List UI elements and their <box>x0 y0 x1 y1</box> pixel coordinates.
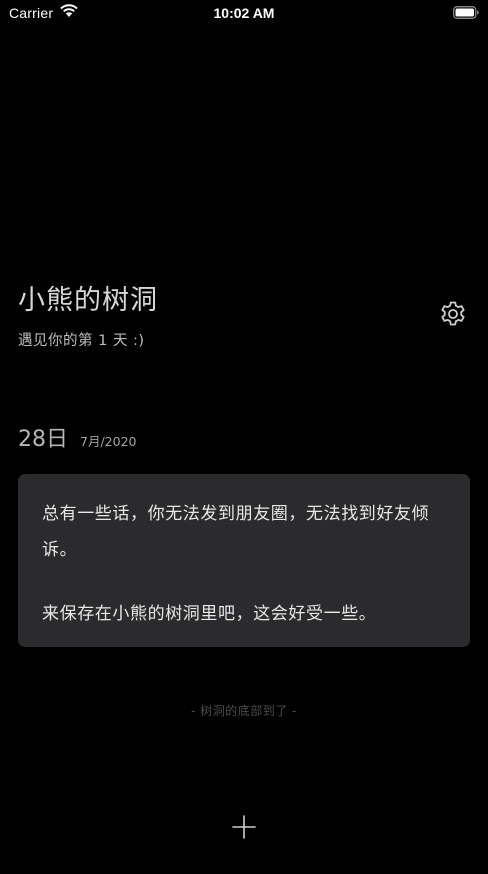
gear-icon <box>441 301 465 326</box>
battery-icon <box>453 6 479 19</box>
page-title: 小熊的树洞 <box>18 285 158 316</box>
entry-month-year: 7月/2020 <box>80 434 137 449</box>
status-time: 10:02 AM <box>213 5 275 21</box>
status-bar: Carrier 10:02 AM <box>0 0 488 26</box>
entry-day: 28日 <box>18 427 68 452</box>
entry-paragraph: 总有一些话，你无法发到朋友圈，无法找到好友倾诉。 <box>42 504 430 560</box>
settings-button[interactable] <box>437 298 469 330</box>
entry-paragraph: 来保存在小熊的树洞里吧，这会好受一些。 <box>42 604 377 624</box>
end-of-list-note: - 树洞的底部到了 - <box>191 704 297 718</box>
days-counter: 遇见你的第 1 天 :) <box>18 333 145 349</box>
plus-icon <box>232 815 256 839</box>
add-entry-button[interactable] <box>229 812 259 842</box>
entry-card[interactable]: 总有一些话，你无法发到朋友圈，无法找到好友倾诉。 来保存在小熊的树洞里吧，这会好… <box>18 474 470 647</box>
